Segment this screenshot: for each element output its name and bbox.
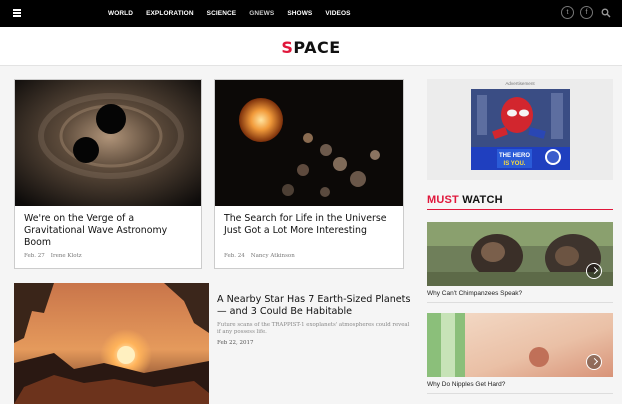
ad-banner[interactable]: THE HERO IS YOU. [471,89,570,170]
feature-title[interactable]: A Nearby Star Has 7 Earth-Sized Planets … [217,294,413,318]
play-icon[interactable] [586,354,602,370]
twitter-icon[interactable]: t [561,6,574,19]
nav-shows[interactable]: SHOWS [287,10,312,17]
article-author: Irene Klotz [50,253,82,259]
feature-description: Future scans of the TRAPPIST-1 exoplanet… [217,322,410,335]
svg-text:THE HERO: THE HERO [499,153,530,159]
black-holes-image [15,80,201,206]
article-meta: Feb. 24 Nancy Atkinson [224,253,295,259]
must-watch-heading: MUST WATCH [427,194,613,210]
nav-world[interactable]: WORLD [108,10,133,17]
article-card[interactable]: We're on the Verge of a Gravitational Wa… [14,79,202,269]
article-date: Feb. 27 [24,253,45,259]
svg-text:IS YOU.: IS YOU. [504,161,526,167]
ad-label: Advertisement [505,81,535,86]
social-links: t f [561,6,612,19]
video-thumbnail-skin[interactable] [427,313,613,377]
video-title[interactable]: Why Can't Chimpanzees Speak? [427,290,613,303]
nav-videos[interactable]: VIDEOS [325,10,350,17]
article-title[interactable]: We're on the Verge of a Gravitational Wa… [24,213,192,249]
article-date: Feb. 24 [224,253,245,259]
article-author: Nancy Atkinson [250,253,295,259]
must-label: MUST [427,194,459,206]
advertisement: Advertisement THE HERO IS YOU. [427,79,613,180]
article-card[interactable]: The Search for Life in the Universe Just… [214,79,404,269]
nav-exploration[interactable]: EXPLORATION [146,10,194,17]
logo-rest: PACE [293,38,341,57]
facebook-icon[interactable]: f [580,6,593,19]
article-title[interactable]: The Search for Life in the Universe Just… [224,213,394,237]
play-icon[interactable] [586,263,602,279]
nav-science[interactable]: SCIENCE [207,10,237,17]
watch-label: WATCH [462,194,503,206]
logo-first-letter: S [281,38,294,57]
planets-image [215,80,403,206]
main-nav: WORLD EXPLORATION SCIENCE GNEWS SHOWS VI… [108,0,351,27]
feature-date: Feb 22, 2017 [217,340,254,346]
feature-article: A Nearby Star Has 7 Earth-Sized Planets … [217,294,413,346]
section-header: SPACE [0,27,622,66]
video-title[interactable]: Why Do Nipples Get Hard? [427,381,613,394]
video-thumbnail-chimpanzee[interactable] [427,222,613,286]
hamburger-menu-icon[interactable] [13,9,21,17]
search-icon[interactable] [599,6,612,19]
nav-gnews[interactable]: GNEWS [249,10,274,17]
section-logo[interactable]: SPACE [0,38,622,57]
exoplanet-surface-image[interactable] [14,283,209,404]
top-nav-bar: WORLD EXPLORATION SCIENCE GNEWS SHOWS VI… [0,0,622,27]
article-meta: Feb. 27 Irene Klotz [24,253,82,259]
